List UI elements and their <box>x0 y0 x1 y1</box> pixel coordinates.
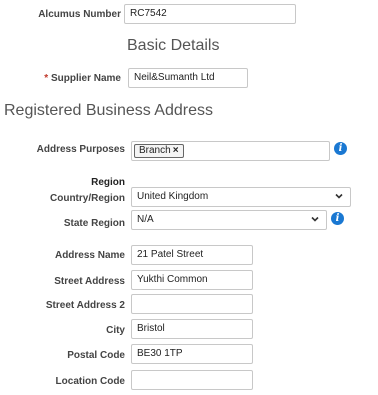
country-region-select[interactable]: United Kingdom <box>131 187 351 207</box>
supplier-name-field[interactable]: Neil&Sumanth Ltd <box>128 68 248 88</box>
address-name-label: Address Name <box>54 250 125 261</box>
state-region-info-icon[interactable]: i <box>331 212 344 225</box>
basic-details-heading: Basic Details <box>127 37 220 54</box>
country-region-label: Country/Region <box>50 193 125 204</box>
street-address-field[interactable]: Yukthi Common <box>131 270 253 290</box>
registered-address-heading: Registered Business Address <box>4 102 213 119</box>
purpose-tag-label: Branch <box>139 145 171 156</box>
city-field[interactable]: Bristol <box>131 319 253 339</box>
supplier-name-label: * Supplier Name <box>44 73 121 84</box>
region-heading: Region <box>91 177 125 188</box>
chevron-down-icon <box>311 216 319 222</box>
address-purposes-info-icon[interactable]: i <box>334 142 347 155</box>
street-address-2-label: Street Address 2 <box>45 300 125 311</box>
country-region-value: United Kingdom <box>137 191 209 202</box>
postal-code-field[interactable]: BE30 1TP <box>131 344 253 364</box>
location-code-field[interactable] <box>131 370 253 390</box>
purpose-tag-branch: Branch × <box>134 144 184 158</box>
alcumus-number-label: Alcumus Number <box>38 9 121 20</box>
chevron-down-icon <box>335 193 343 199</box>
required-marker: * <box>44 73 49 84</box>
address-purposes-label: Address Purposes <box>36 144 125 155</box>
tag-remove-icon[interactable]: × <box>173 145 179 156</box>
alcumus-number-field[interactable]: RC7542 <box>124 4 296 24</box>
supplier-name-label-text: Supplier Name <box>50 73 121 84</box>
postal-code-label: Postal Code <box>67 350 125 361</box>
state-region-label: State Region <box>63 218 125 229</box>
address-name-field[interactable]: 21 Patel Street <box>131 245 253 265</box>
street-address-label: Street Address <box>54 276 125 287</box>
location-code-label: Location Code <box>55 376 125 387</box>
address-purposes-field[interactable]: Branch × <box>131 141 330 161</box>
city-label: City <box>106 325 125 336</box>
state-region-value: N/A <box>137 214 154 225</box>
street-address-2-field[interactable] <box>131 294 253 314</box>
state-region-select[interactable]: N/A <box>131 210 327 230</box>
